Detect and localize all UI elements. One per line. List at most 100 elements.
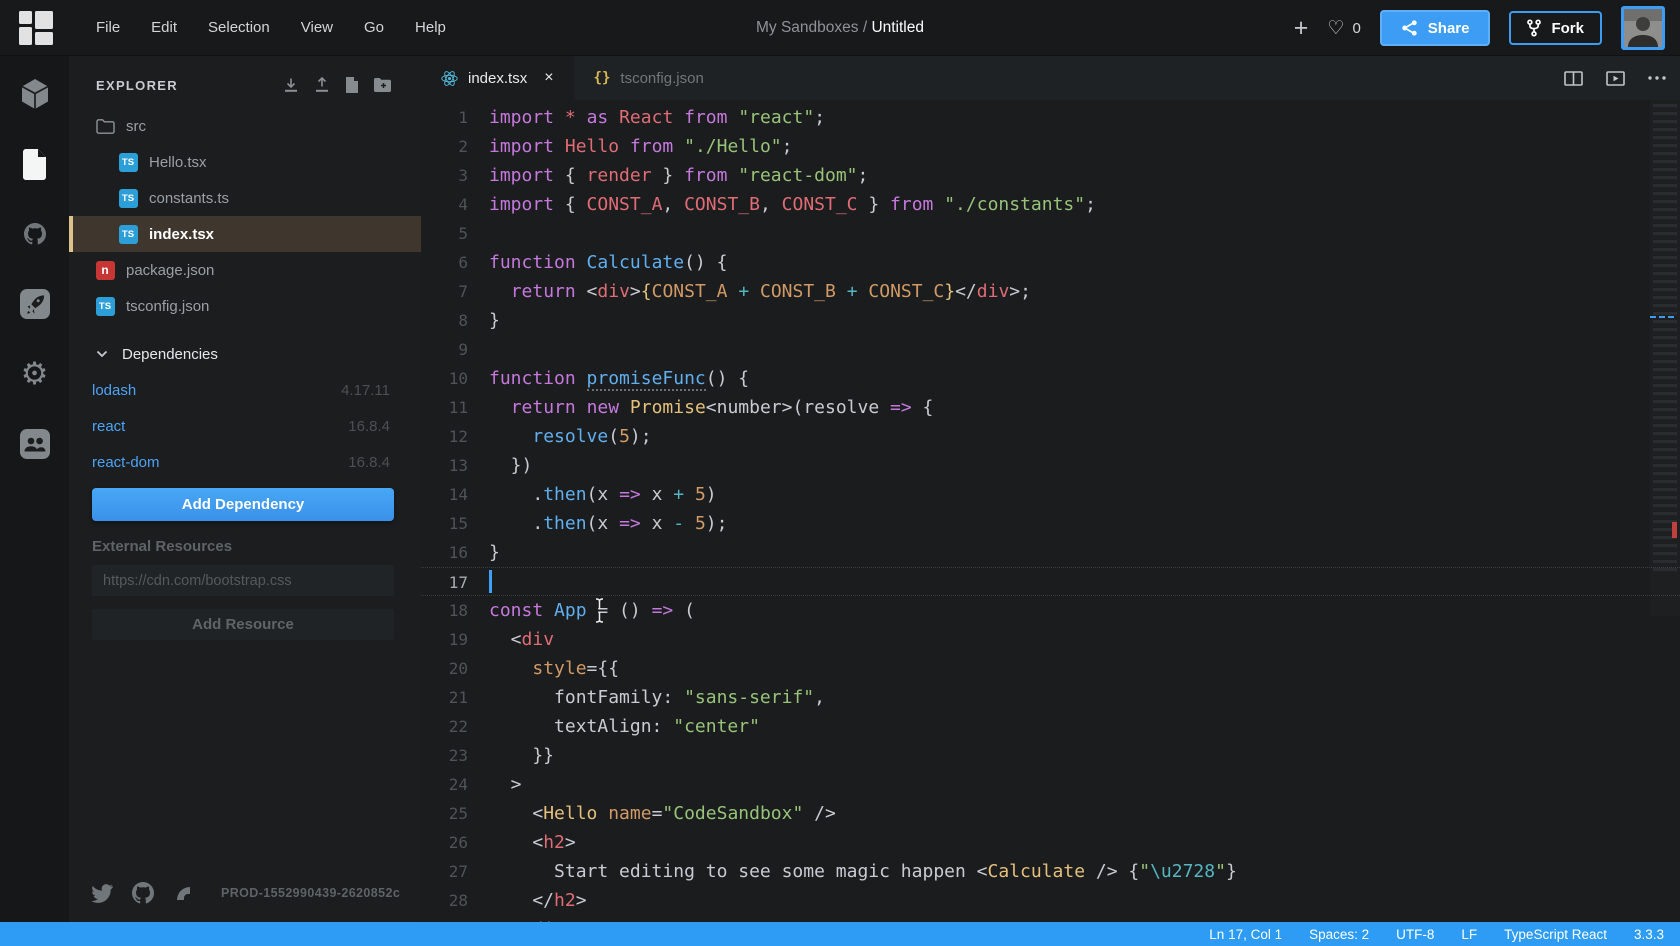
code-line-27[interactable]: 27 Start editing to see some magic happe… (421, 857, 1680, 886)
sandbox-name[interactable]: Untitled (871, 19, 924, 36)
line-number: 29 (421, 915, 468, 922)
code-line-14[interactable]: 14 .then(x => x + 5) (421, 480, 1680, 509)
tab-tsconfig-json[interactable]: {}tsconfig.json (574, 56, 724, 100)
code-line-15[interactable]: 15 .then(x => x - 5); (421, 509, 1680, 538)
tab-bar: index.tsx×{}tsconfig.json (421, 56, 1680, 100)
file-package-json[interactable]: npackage.json (69, 252, 421, 288)
explorer-panel: EXPLORER srcTSHello.tsxTSconstants.tsTSi… (69, 56, 421, 922)
dependency-name[interactable]: lodash (92, 382, 341, 399)
file-label: index.tsx (149, 226, 214, 243)
menu-view[interactable]: View (301, 19, 333, 36)
twitter-icon[interactable] (91, 884, 113, 903)
status-eol[interactable]: LF (1461, 927, 1477, 942)
settings-gear-icon[interactable]: ⚙ (19, 358, 51, 390)
file-explorer-icon[interactable] (19, 148, 51, 180)
code-line-13[interactable]: 13 }) (421, 451, 1680, 480)
add-dependency-button[interactable]: Add Dependency (92, 488, 394, 521)
editor[interactable]: index.tsx×{}tsconfig.json 1import * as R… (421, 56, 1680, 922)
menu-selection[interactable]: Selection (208, 19, 270, 36)
sandbox-cube-icon[interactable] (19, 78, 51, 110)
like-button[interactable]: ♡ 0 (1327, 19, 1360, 38)
more-options-icon[interactable] (1648, 76, 1666, 80)
code-line-16[interactable]: 16} (421, 538, 1680, 567)
file-src[interactable]: src (69, 108, 421, 144)
file-hello-tsx[interactable]: TSHello.tsx (69, 144, 421, 180)
status-indentation[interactable]: Spaces: 2 (1309, 927, 1369, 942)
github-icon[interactable] (19, 218, 51, 250)
fork-button[interactable]: Fork (1509, 11, 1602, 45)
code-line-9[interactable]: 9 (421, 335, 1680, 364)
open-preview-icon[interactable] (1606, 71, 1625, 86)
dependency-react: react16.8.4 (69, 408, 421, 444)
new-directory-icon[interactable] (374, 78, 391, 92)
split-view-icon[interactable] (1564, 71, 1583, 86)
line-content: .then(x => x + 5) (489, 480, 717, 509)
line-number: 9 (421, 335, 468, 364)
code-line-26[interactable]: 26 <h2> (421, 828, 1680, 857)
minimap[interactable] (1650, 100, 1680, 616)
code-line-21[interactable]: 21 fontFamily: "sans-serif", (421, 683, 1680, 712)
line-number: 8 (421, 306, 468, 335)
menu-edit[interactable]: Edit (151, 19, 177, 36)
status-cursor-position[interactable]: Ln 17, Col 1 (1209, 927, 1282, 942)
code-line-7[interactable]: 7 return <div>{CONST_A + CONST_B + CONST… (421, 277, 1680, 306)
download-icon[interactable] (283, 77, 299, 93)
line-number: 5 (421, 219, 468, 248)
code-line-6[interactable]: 6function Calculate() { (421, 248, 1680, 277)
line-content: function promiseFunc() { (489, 364, 749, 393)
code-line-2[interactable]: 2import Hello from "./Hello"; (421, 132, 1680, 161)
code-line-1[interactable]: 1import * as React from "react"; (421, 103, 1680, 132)
code-line-11[interactable]: 11 return new Promise<number>(resolve =>… (421, 393, 1680, 422)
share-button[interactable]: Share (1380, 10, 1491, 46)
file-tsconfig-json[interactable]: TStsconfig.json (69, 288, 421, 324)
dependency-name[interactable]: react (92, 418, 348, 435)
code-line-8[interactable]: 8} (421, 306, 1680, 335)
minimap-code (1653, 104, 1677, 574)
code-line-20[interactable]: 20 style={{ (421, 654, 1680, 683)
file-constants-ts[interactable]: TSconstants.ts (69, 180, 421, 216)
github-icon[interactable] (132, 882, 154, 904)
code-line-23[interactable]: 23 }} (421, 741, 1680, 770)
explorer-header: EXPLORER (69, 56, 421, 93)
status-encoding[interactable]: UTF-8 (1396, 927, 1434, 942)
code-line-5[interactable]: 5 (421, 219, 1680, 248)
code-line-19[interactable]: 19 <div (421, 625, 1680, 654)
status-language[interactable]: TypeScript React (1504, 927, 1607, 942)
code-line-29[interactable]: 29 </div (421, 915, 1680, 922)
dependency-name[interactable]: react-dom (92, 454, 348, 471)
code-line-25[interactable]: 25 <Hello name="CodeSandbox" /> (421, 799, 1680, 828)
code-line-28[interactable]: 28 </h2> (421, 886, 1680, 915)
share-label: Share (1428, 20, 1470, 37)
code-line-24[interactable]: 24 > (421, 770, 1680, 799)
line-number: 2 (421, 132, 468, 161)
live-collaboration-icon[interactable] (19, 428, 51, 460)
code-line-17[interactable]: 17 (421, 567, 1680, 596)
upload-icon[interactable] (314, 77, 330, 93)
line-content: <div (489, 625, 554, 654)
add-resource-button[interactable]: Add Resource (92, 609, 394, 640)
status-version[interactable]: 3.3.3 (1634, 927, 1664, 942)
resource-url-input[interactable] (92, 565, 394, 596)
spectrum-icon[interactable] (173, 883, 193, 903)
deployment-rocket-icon[interactable] (19, 288, 51, 320)
code-line-3[interactable]: 3import { render } from "react-dom"; (421, 161, 1680, 190)
codesandbox-menu-icon[interactable] (19, 11, 53, 45)
user-avatar[interactable] (1621, 6, 1665, 50)
topbar: FileEditSelectionViewGoHelp My Sandboxes… (0, 0, 1680, 56)
code-area[interactable]: 1import * as React from "react";2import … (421, 100, 1680, 922)
new-sandbox-button[interactable]: + (1294, 16, 1309, 41)
file-index-tsx[interactable]: TSindex.tsx (69, 216, 421, 252)
code-line-22[interactable]: 22 textAlign: "center" (421, 712, 1680, 741)
tab-index-tsx[interactable]: index.tsx× (421, 56, 574, 100)
dependency-list: lodash4.17.11react16.8.4react-dom16.8.4 (69, 372, 421, 480)
menu-go[interactable]: Go (364, 19, 384, 36)
new-file-icon[interactable] (345, 77, 359, 93)
menu-file[interactable]: File (96, 19, 120, 36)
code-line-10[interactable]: 10function promiseFunc() { (421, 364, 1680, 393)
code-line-4[interactable]: 4import { CONST_A, CONST_B, CONST_C } fr… (421, 190, 1680, 219)
dependencies-header[interactable]: Dependencies (69, 336, 421, 372)
breadcrumb[interactable]: My Sandboxes / (756, 19, 871, 36)
close-tab-icon[interactable]: × (544, 70, 553, 86)
code-line-18[interactable]: 18const App = () => ( (421, 596, 1680, 625)
code-line-12[interactable]: 12 resolve(5); (421, 422, 1680, 451)
